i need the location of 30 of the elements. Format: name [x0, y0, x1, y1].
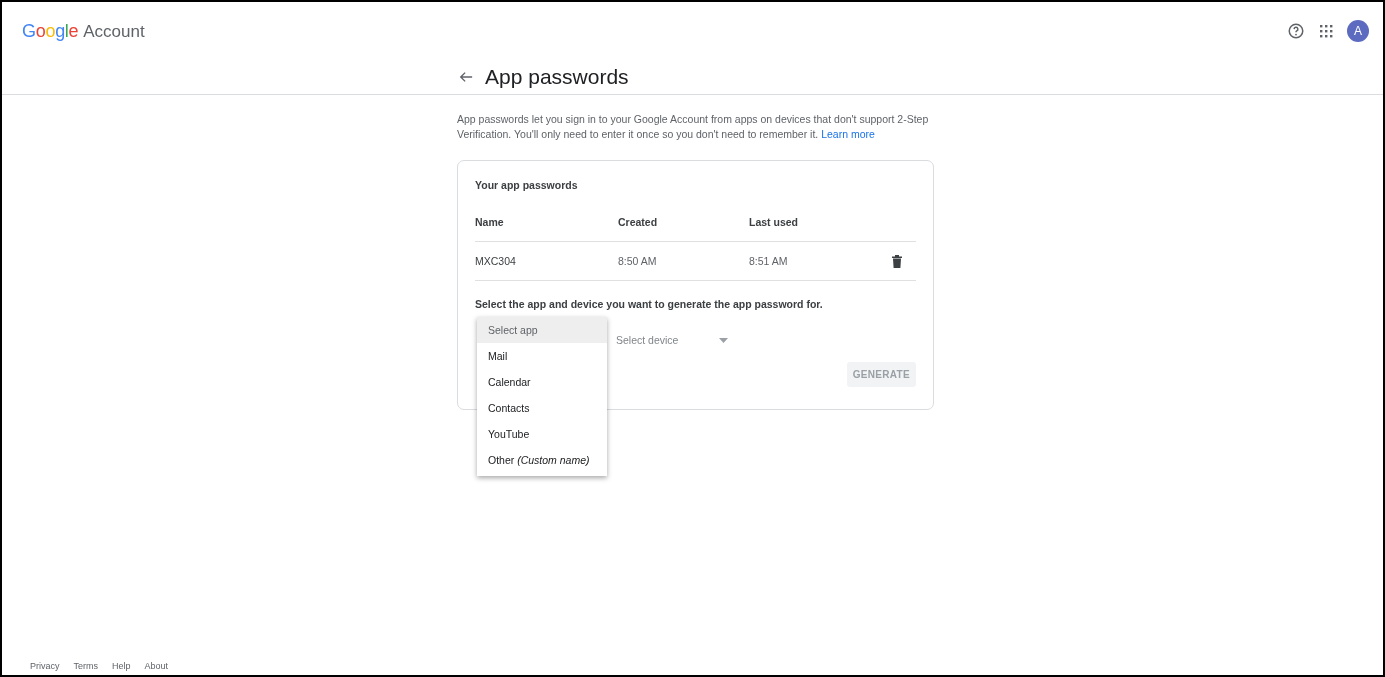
menu-item[interactable]: Calendar [477, 369, 607, 395]
footer-link[interactable]: Terms [73, 661, 98, 671]
column-header: Created [618, 216, 659, 228]
menu-item[interactable]: Mail [477, 343, 607, 369]
product-name: Account [83, 21, 145, 42]
table-cell-text: 8:51 AM [749, 255, 789, 267]
table-cell-text: MXC304 [475, 255, 517, 267]
learn-more-link[interactable]: Learn more [821, 128, 875, 140]
device-select[interactable]: Select device [616, 334, 732, 346]
card-title: Your app passwords [475, 179, 579, 191]
delete-icon[interactable] [892, 254, 902, 268]
help-icon[interactable] [1287, 22, 1305, 40]
back-arrow-icon[interactable] [459, 70, 473, 84]
menu-item[interactable]: Contacts [477, 395, 607, 421]
apps-grid-icon[interactable] [1319, 24, 1333, 38]
footer-link[interactable]: Help [112, 661, 131, 671]
google-logo[interactable]: Google [22, 20, 79, 42]
footer-link[interactable]: Privacy [30, 661, 60, 671]
menu-item[interactable]: Select app [477, 317, 607, 343]
prompt-text: Select the app and device you want to generate the app password for. [475, 298, 824, 310]
table-cell-text: 8:50 AM [618, 255, 658, 267]
column-header: Name [475, 216, 505, 228]
menu-item[interactable]: Other (Custom name) [477, 447, 607, 473]
avatar[interactable]: A [1347, 20, 1369, 42]
page-title: App passwords [485, 65, 629, 89]
caret-icon [719, 337, 728, 343]
intro-text: App passwords let you sign in to your Google Account from apps on devices that don't support 2-Step Verification. You'll only need to enter it once so you don't need to remember it. Learn more [457, 112, 930, 142]
column-header: Last used [749, 216, 799, 228]
menu-item[interactable]: YouTube [477, 421, 607, 447]
footer-link[interactable]: About [144, 661, 169, 671]
